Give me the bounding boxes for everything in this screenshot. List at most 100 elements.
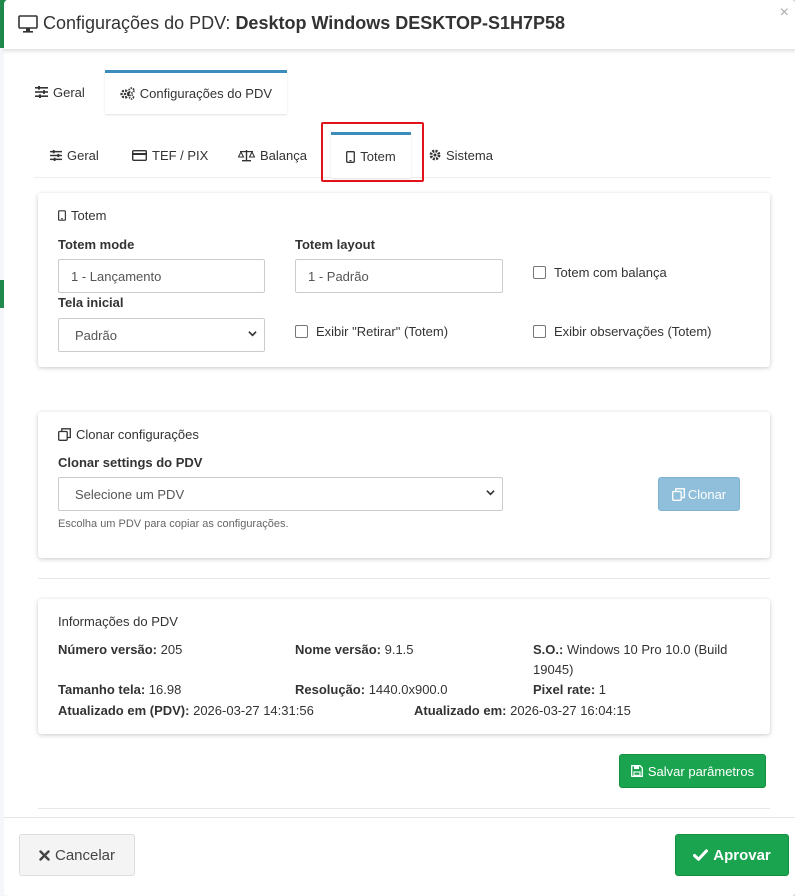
- totem-mode-input[interactable]: 1 - Lançamento: [58, 259, 265, 293]
- credit-card-icon: [132, 149, 147, 161]
- modal-title-prefix: Configurações do PDV:: [43, 13, 231, 33]
- top-tabs: Geral Configurações do PDV: [20, 70, 774, 114]
- clone-pdv-select-value: Selecione um PDV: [75, 486, 185, 502]
- checkbox-box[interactable]: [533, 266, 546, 279]
- info-atualizado-pdv: Atualizado em (PDV): 2026-03-27 14:31:56: [58, 703, 314, 718]
- save-parameters-button[interactable]: Salvar parâmetros: [619, 754, 766, 788]
- gears-icon: [120, 87, 135, 100]
- modal-footer: Cancelar Aprovar: [4, 817, 795, 896]
- checkbox-box[interactable]: [295, 325, 308, 338]
- info-so-continued: 19045): [533, 662, 574, 677]
- chevron-down-icon: [248, 329, 257, 337]
- subtab-balanca-label: Balança: [260, 147, 307, 163]
- info-atualizado-label: Atualizado em:: [414, 703, 507, 718]
- info-card-title: Informações do PDV: [58, 614, 178, 629]
- info-resolucao: Resolução: 1440.0x900.0: [295, 682, 448, 697]
- info-pixel-rate-label: Pixel rate:: [533, 682, 596, 697]
- sliders-icon: [35, 86, 48, 98]
- floppy-disk-icon: [630, 765, 643, 777]
- sub-tabs: Geral TEF / PIX Balança Totem Sistema: [34, 130, 771, 178]
- totem-layout-input[interactable]: 1 - Padrão: [295, 259, 503, 293]
- clone-card-title: Clonar configurações: [58, 427, 199, 442]
- check-icon: [693, 849, 709, 861]
- subtab-totem[interactable]: Totem: [331, 132, 411, 178]
- info-resolucao-label: Resolução:: [295, 682, 366, 697]
- info-tamanho-tela: Tamanho tela: 16.98: [58, 682, 181, 697]
- subtab-totem-label: Totem: [360, 149, 396, 164]
- subtab-geral-label: Geral: [67, 147, 99, 163]
- tela-inicial-select[interactable]: Padrão: [58, 318, 265, 352]
- info-atualizado-value: 2026-03-27 16:04:15: [510, 703, 631, 718]
- exibir-observacoes-label: Exibir observações (Totem): [554, 324, 712, 339]
- info-so-label: S.O.:: [533, 642, 564, 657]
- info-numero-versao-value: 205: [160, 642, 183, 657]
- info-pixel-rate: Pixel rate: 1: [533, 682, 606, 697]
- tab-geral[interactable]: Geral: [20, 70, 100, 114]
- tab-configuracoes-pdv[interactable]: Configurações do PDV: [104, 70, 288, 114]
- divider: [38, 578, 770, 579]
- clone-card: Clonar configurações Clonar settings do …: [38, 412, 770, 558]
- pdv-settings-modal: Configurações do PDV: Desktop Windows DE…: [4, 0, 795, 896]
- subtab-sistema[interactable]: Sistema: [429, 132, 493, 178]
- tab-configuracoes-pdv-label: Configurações do PDV: [139, 86, 273, 101]
- info-nome-versao: Nome versão: 9.1.5: [295, 642, 414, 657]
- subtab-balanca[interactable]: Balança: [238, 132, 307, 178]
- modal-title: Configurações do PDV: Desktop Windows DE…: [18, 13, 565, 34]
- totem-layout-label: Totem layout: [295, 237, 375, 252]
- save-parameters-label: Salvar parâmetros: [647, 763, 755, 779]
- tela-inicial-label: Tela inicial: [58, 295, 124, 310]
- clone-settings-label: Clonar settings do PDV: [58, 455, 203, 470]
- tablet-icon: [58, 210, 66, 221]
- info-numero-versao: Número versão: 205: [58, 642, 182, 657]
- chevron-down-icon: [486, 488, 495, 496]
- info-numero-versao-label: Número versão:: [58, 642, 157, 657]
- tablet-icon: [346, 150, 356, 163]
- subtab-tef-pix-label: TEF / PIX: [152, 147, 209, 163]
- totem-mode-label: Totem mode: [58, 237, 135, 252]
- monitor-icon: [18, 14, 38, 33]
- tela-inicial-value: Padrão: [75, 327, 117, 343]
- modal-title-device: Desktop Windows DESKTOP-S1H7P58: [235, 13, 566, 33]
- subtab-geral[interactable]: Geral: [50, 132, 99, 178]
- totem-card-title: Totem: [58, 208, 106, 223]
- close-icon: [39, 849, 50, 861]
- clone-pdv-select[interactable]: Selecione um PDV: [58, 477, 503, 511]
- divider: [38, 808, 770, 809]
- info-resolucao-value: 1440.0x900.0: [368, 682, 448, 697]
- subtab-sistema-label: Sistema: [446, 147, 493, 163]
- info-pixel-rate-value: 1: [598, 682, 607, 697]
- checkbox-box[interactable]: [533, 325, 546, 338]
- copy-icon: [671, 487, 685, 501]
- sliders-icon: [50, 149, 62, 161]
- exibir-observacoes-checkbox[interactable]: Exibir observações (Totem): [533, 324, 712, 339]
- subtab-tef-pix[interactable]: TEF / PIX: [132, 132, 208, 178]
- info-so-value: Windows 10 Pro 10.0 (Build: [566, 642, 728, 657]
- exibir-retirar-label: Exibir "Retirar" (Totem): [316, 324, 449, 339]
- clone-button[interactable]: Clonar: [658, 477, 740, 511]
- info-tamanho-tela-label: Tamanho tela:: [58, 682, 146, 697]
- exibir-retirar-checkbox[interactable]: Exibir "Retirar" (Totem): [295, 324, 448, 339]
- cancel-button[interactable]: Cancelar: [19, 834, 135, 876]
- info-nome-versao-label: Nome versão:: [295, 642, 381, 657]
- clone-card-title-label: Clonar configurações: [76, 427, 199, 442]
- info-nome-versao-value: 9.1.5: [384, 642, 414, 657]
- info-so: S.O.: Windows 10 Pro 10.0 (Build: [533, 642, 727, 657]
- totem-card-title-label: Totem: [71, 208, 107, 223]
- gear-icon: [429, 149, 441, 161]
- info-atualizado-pdv-label: Atualizado em (PDV):: [58, 703, 190, 718]
- cancel-label: Cancelar: [54, 846, 116, 864]
- approve-label: Aprovar: [713, 846, 771, 864]
- totem-card: Totem Totem mode 1 - Lançamento Totem la…: [38, 193, 770, 367]
- info-atualizado: Atualizado em: 2026-03-27 16:04:15: [414, 703, 631, 718]
- info-card: Informações do PDV Número versão: 205 No…: [38, 599, 770, 734]
- clone-hint: Escolha um PDV para copiar as configuraç…: [58, 518, 289, 530]
- totem-com-balanca-checkbox[interactable]: Totem com balança: [533, 265, 667, 280]
- clone-button-label: Clonar: [687, 486, 727, 502]
- totem-com-balanca-label: Totem com balança: [554, 265, 667, 280]
- scale-icon: [238, 149, 255, 162]
- modal-header: Configurações do PDV: Desktop Windows DE…: [4, 0, 795, 50]
- approve-button[interactable]: Aprovar: [675, 834, 789, 876]
- close-icon[interactable]: ×: [780, 4, 789, 22]
- info-tamanho-tela-value: 16.98: [148, 682, 182, 697]
- tab-geral-label: Geral: [53, 84, 85, 100]
